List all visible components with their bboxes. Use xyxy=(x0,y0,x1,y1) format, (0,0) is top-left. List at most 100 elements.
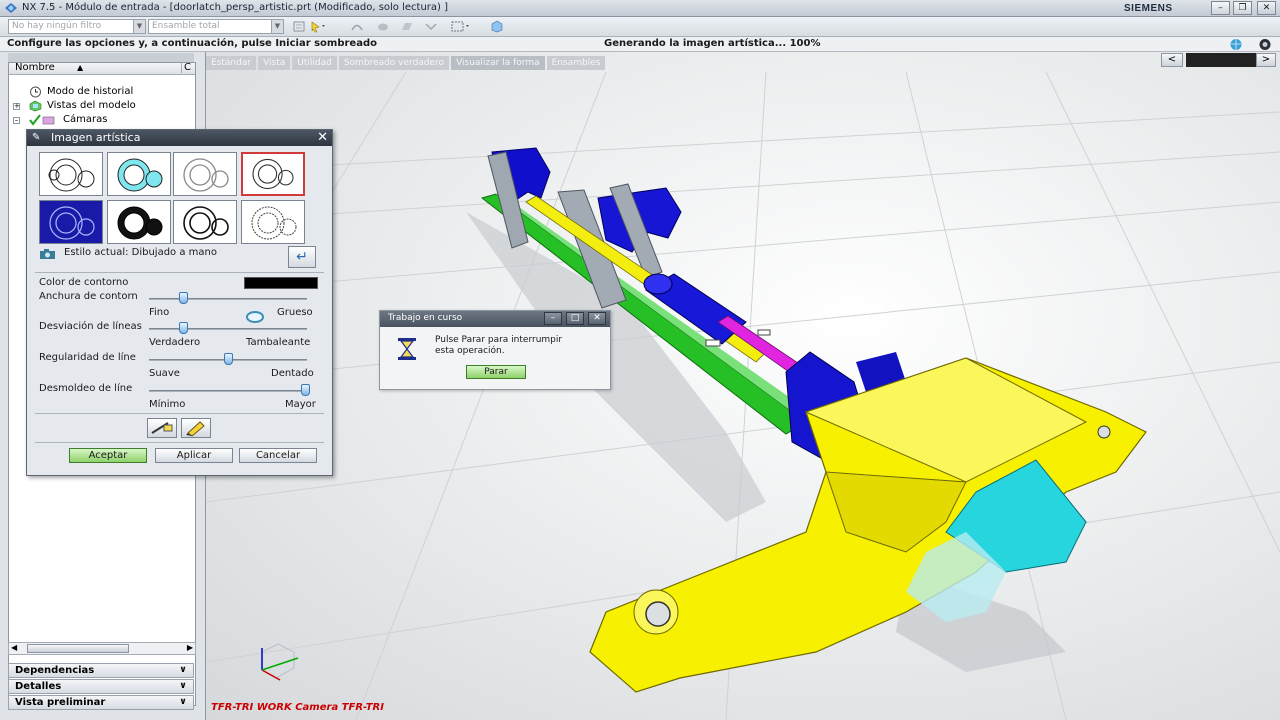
line-regularity-slider[interactable] xyxy=(224,353,234,365)
outline-color-label: Color de contorno xyxy=(39,277,129,288)
outline-color-swatch[interactable] xyxy=(244,277,318,289)
edit-style-button[interactable] xyxy=(181,418,211,438)
dialog-header[interactable]: ✎ Imagen artística ✕ xyxy=(27,130,332,146)
outline-width-track[interactable] xyxy=(149,298,307,300)
work-in-progress-dialog: Trabajo en curso – □ ✕ Pulse Parar para … xyxy=(379,310,611,390)
slider-max-label: Grueso xyxy=(277,307,313,318)
panel-dependencies[interactable]: Dependencias ∨ xyxy=(8,663,194,678)
cue-line: Configure las opciones y, a continuación… xyxy=(0,37,1280,52)
style-thumbnail-8[interactable] xyxy=(241,200,305,244)
separator xyxy=(35,413,324,414)
minimize-button[interactable]: – xyxy=(544,312,562,325)
apply-button[interactable]: Aplicar xyxy=(155,448,233,463)
title-bar: NX 7.5 - Módulo de entrada - [doorlatch_… xyxy=(0,0,1280,17)
chevron-down-icon[interactable]: ∨ xyxy=(176,681,190,692)
graphics-window[interactable]: Estándar Vista Utilidad Sombreado verdadero… xyxy=(206,52,1280,720)
slider-label-outline-width: Anchura de contorn xyxy=(39,291,138,302)
dialog-header[interactable]: Trabajo en curso – □ ✕ xyxy=(380,311,610,327)
chevron-down-icon[interactable]: ∨ xyxy=(176,697,190,708)
style-thumbnail-5[interactable] xyxy=(39,200,103,244)
style-thumbnail-3[interactable] xyxy=(173,152,237,196)
name-column-header[interactable]: Nombre xyxy=(15,62,55,73)
general-select-icon[interactable] xyxy=(310,20,328,33)
close-button[interactable]: ✕ xyxy=(588,312,606,325)
tree-item-label: Vistas del modelo xyxy=(47,100,136,111)
start-shading-button[interactable] xyxy=(147,418,177,438)
panel-details[interactable]: Detalles ∨ xyxy=(8,679,194,694)
rectangle-select-icon[interactable] xyxy=(450,20,472,33)
hourglass-icon xyxy=(398,338,416,360)
tab-standard[interactable]: Estándar xyxy=(206,56,257,70)
toolbar-overflow xyxy=(1186,53,1256,67)
curve-rule-icon[interactable] xyxy=(350,20,364,33)
scroll-left-icon[interactable]: ◀ xyxy=(11,643,17,652)
tree-item-cameras[interactable]: – Cámaras xyxy=(9,114,195,128)
pencil-icon xyxy=(186,421,205,437)
minimize-button[interactable]: – xyxy=(1211,1,1230,15)
panel-preview[interactable]: Vista preliminar ∨ xyxy=(8,695,194,710)
style-thumbnail-7[interactable] xyxy=(173,200,237,244)
line-deviation-track[interactable] xyxy=(149,328,307,330)
tree-item-label: Modo de historial xyxy=(47,86,134,97)
artistic-image-dialog: ✎ Imagen artística ✕ Estilo actual: Dibu… xyxy=(26,129,333,476)
type-filter-combo[interactable]: No hay ningún filtro ▼ xyxy=(8,19,146,34)
shading-icon xyxy=(151,422,173,434)
maximize-button[interactable]: □ xyxy=(566,312,584,325)
help-icon[interactable] xyxy=(1258,38,1272,51)
pin-icon[interactable]: ✎ xyxy=(32,132,40,143)
tab-visualize-shape[interactable]: Visualizar la forma xyxy=(451,56,545,70)
tab-assemblies[interactable]: Ensambles xyxy=(546,56,606,70)
scroll-right-button[interactable]: > xyxy=(1256,53,1276,67)
slider-label-line-overshoot: Desmoldeo de líne xyxy=(39,383,133,394)
tab-view[interactable]: Vista xyxy=(258,56,291,70)
line-deviation-slider[interactable] xyxy=(179,322,189,334)
chevron-down-icon: ▼ xyxy=(271,20,283,33)
style-thumbnail-6[interactable] xyxy=(107,200,171,244)
chevron-down-icon[interactable]: ∨ xyxy=(176,665,190,676)
slider-label-line-deviation: Desviación de líneas xyxy=(39,321,142,332)
restore-button[interactable]: ❐ xyxy=(1233,1,1252,15)
tree-item-history-mode[interactable]: Modo de historial xyxy=(9,86,195,100)
style-thumbnail-4-selected[interactable] xyxy=(241,152,305,196)
scroll-left-button[interactable]: < xyxy=(1161,53,1183,67)
tab-utility[interactable]: Utilidad xyxy=(292,56,337,70)
accept-button[interactable]: Aceptar xyxy=(69,448,147,463)
solid-body-icon[interactable] xyxy=(376,20,390,33)
selection-toolbar: No hay ningún filtro ▼ Ensamble total ▼ xyxy=(0,17,1280,37)
scroll-right-icon[interactable]: ▶ xyxy=(187,643,193,652)
style-thumbnail-2[interactable] xyxy=(107,152,171,196)
close-button[interactable]: ✕ xyxy=(1257,1,1276,15)
scrollbar-thumb[interactable] xyxy=(27,644,129,653)
edge-rule-icon[interactable] xyxy=(424,20,438,33)
progress-message-line2: esta operación. xyxy=(435,346,505,356)
cylinder-end xyxy=(643,273,673,295)
column-header-c[interactable]: C xyxy=(181,62,191,73)
globe-icon[interactable] xyxy=(1229,38,1243,51)
separator xyxy=(35,272,324,273)
style-thumbnail-1[interactable] xyxy=(39,152,103,196)
mounting-hole xyxy=(645,601,671,627)
face-rule-icon[interactable] xyxy=(400,20,414,33)
expand-icon[interactable]: + xyxy=(13,103,20,110)
checkmark-camera-icon xyxy=(29,114,55,126)
outline-width-slider[interactable] xyxy=(179,292,189,304)
model-viewport[interactable] xyxy=(206,52,1280,720)
tab-true-shading[interactable]: Sombreado verdadero xyxy=(338,56,450,70)
collapse-icon[interactable]: – xyxy=(13,117,20,124)
line-overshoot-track[interactable] xyxy=(149,390,307,392)
clock-icon xyxy=(30,86,41,98)
line-width-preview-icon xyxy=(246,311,264,323)
dialog-title: Trabajo en curso xyxy=(388,313,463,323)
close-icon[interactable]: ✕ xyxy=(317,130,328,145)
reset-style-button[interactable]: ↵ xyxy=(288,246,316,268)
slider-max-label: Mayor xyxy=(285,399,316,410)
type-filter-value: No hay ningún filtro xyxy=(12,21,102,31)
navigator-horizontal-scrollbar[interactable]: ◀ ▶ xyxy=(8,642,196,655)
select-feature-icon[interactable] xyxy=(292,20,306,33)
assembly-icon[interactable] xyxy=(490,20,504,33)
cancel-button[interactable]: Cancelar xyxy=(239,448,317,463)
selection-scope-combo[interactable]: Ensamble total ▼ xyxy=(148,19,284,34)
tree-item-model-views[interactable]: + Vistas del modelo xyxy=(9,100,195,114)
stop-button[interactable]: Parar xyxy=(466,365,526,379)
line-overshoot-slider[interactable] xyxy=(301,384,310,396)
